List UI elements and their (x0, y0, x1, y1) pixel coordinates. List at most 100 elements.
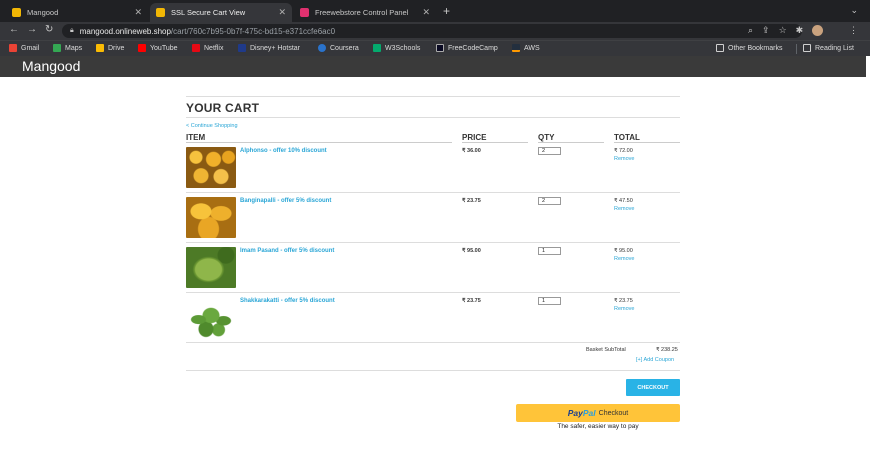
mango-favicon-icon (156, 8, 165, 17)
close-tab-icon[interactable]: ✕ (134, 7, 142, 18)
add-coupon-link[interactable]: [+] Add Coupon (636, 357, 674, 363)
close-tab-icon[interactable]: ✕ (422, 7, 430, 18)
divider (186, 370, 680, 371)
freecodecamp-icon (436, 44, 444, 52)
checkout-button[interactable]: CHECKOUT (626, 379, 680, 396)
bookmarks-bar: Gmail Maps Drive YouTube Netflix Disney+… (0, 40, 870, 56)
bookmark-gmail[interactable]: Gmail (9, 44, 39, 52)
unit-price: ₹ 36.00 (462, 148, 481, 154)
paypal-checkout-button[interactable]: Pay Pal Checkout (516, 404, 680, 422)
tab-ssl-cart[interactable]: SSL Secure Cart View ✕ (150, 3, 292, 22)
tab-title: Mangood (27, 8, 59, 17)
netflix-icon (192, 44, 200, 52)
line-total: ₹ 47.50 (614, 198, 633, 204)
divider (186, 96, 680, 97)
bookmarks-divider (796, 44, 797, 54)
product-name-link[interactable]: Banginapalli - offer 5% discount (240, 198, 331, 204)
tab-title: SSL Secure Cart View (171, 8, 246, 17)
quantity-input[interactable]: 1 (538, 297, 561, 305)
bookmark-coursera[interactable]: Coursera (318, 44, 359, 52)
product-image[interactable] (186, 197, 236, 238)
line-total: ₹ 72.00 (614, 148, 633, 154)
product-name-link[interactable]: Shakkarakatti - offer 5% discount (240, 298, 335, 304)
maps-icon (53, 44, 61, 52)
reading-list[interactable]: Reading List (803, 44, 854, 52)
youtube-icon (138, 44, 146, 52)
other-bookmarks[interactable]: Other Bookmarks (716, 44, 782, 52)
subtotal-value: ₹ 238.25 (656, 347, 678, 353)
quantity-input[interactable]: 2 (538, 147, 561, 155)
product-image[interactable] (186, 247, 236, 288)
back-icon[interactable]: ← (9, 24, 19, 35)
quantity-input[interactable]: 1 (538, 247, 561, 255)
product-image[interactable] (186, 297, 236, 338)
bookmark-freecodecamp[interactable]: FreeCodeCamp (436, 44, 498, 52)
site-logo-text[interactable]: Mangood (22, 58, 80, 74)
remove-link[interactable]: Remove (614, 256, 634, 262)
page-edge (866, 56, 870, 458)
url-host: mangood.onlineweb.shop (79, 26, 171, 36)
column-header-qty: QTY (538, 133, 555, 142)
line-total: ₹ 23.75 (614, 298, 633, 304)
extensions-icon[interactable]: ✱ (796, 25, 804, 36)
site-header: Mangood (0, 56, 866, 77)
bookmark-hotstar[interactable]: Disney+ Hotstar (238, 44, 300, 52)
unit-price: ₹ 95.00 (462, 248, 481, 254)
gmail-icon (9, 44, 17, 52)
tab-search-chevron-icon[interactable]: ⌄ (850, 5, 858, 16)
continue-shopping-link[interactable]: < Continue Shopping (186, 123, 238, 129)
bookmark-w3schools[interactable]: W3Schools (373, 44, 420, 52)
subtotal-label: Basket SubTotal (586, 347, 626, 353)
tab-mangood[interactable]: Mangood ✕ (6, 3, 148, 22)
unit-price: ₹ 23.75 (462, 298, 481, 304)
url-path: /cart/760c7b95-0b7f-475c-bd15-e371ccfe6a… (170, 26, 336, 36)
menu-icon[interactable]: ⋮ (849, 25, 858, 36)
cart-row: Alphonso - offer 10% discount ₹ 36.00 2 … (186, 143, 680, 193)
profile-avatar[interactable] (812, 25, 824, 36)
unit-price: ₹ 23.75 (462, 198, 481, 204)
quantity-input[interactable]: 2 (538, 197, 561, 205)
drive-icon (96, 44, 104, 52)
remove-link[interactable]: Remove (614, 306, 634, 312)
cart-row: Banginapalli - offer 5% discount ₹ 23.75… (186, 193, 680, 243)
product-name-link[interactable]: Imam Pasand - offer 5% discount (240, 248, 334, 254)
column-header-item: ITEM (186, 133, 206, 142)
divider (186, 117, 680, 118)
zoom-icon[interactable]: ⌕ (748, 25, 753, 36)
remove-link[interactable]: Remove (614, 206, 634, 212)
lock-icon: 🔒︎ (70, 27, 74, 34)
bookmark-youtube[interactable]: YouTube (138, 44, 178, 52)
cart-row: Shakkarakatti - offer 5% discount ₹ 23.7… (186, 293, 680, 343)
new-tab-icon[interactable]: + (443, 4, 450, 18)
bookmark-maps[interactable]: Maps (53, 44, 82, 52)
bookmark-aws[interactable]: AWS (512, 44, 540, 52)
paypal-tagline: The safer, easier way to pay (557, 423, 639, 430)
browser-toolbar: ← → ↻ 🔒︎ mangood.onlineweb.shop/cart/760… (0, 22, 870, 40)
mango-favicon-icon (12, 8, 21, 17)
forward-icon[interactable]: → (27, 24, 37, 35)
freewebstore-favicon-icon (300, 8, 309, 17)
tab-freewebstore[interactable]: Freewebstore Control Panel ✕ (294, 3, 436, 22)
paypal-logo-pay: Pay (567, 408, 583, 418)
cart-row: Imam Pasand - offer 5% discount ₹ 95.00 … (186, 243, 680, 293)
w3schools-icon (373, 44, 381, 52)
column-header-total: TOTAL (614, 133, 640, 142)
address-bar[interactable]: 🔒︎ mangood.onlineweb.shop/cart/760c7b95-… (62, 24, 802, 38)
bookmark-drive[interactable]: Drive (96, 44, 124, 52)
cart-title: YOUR CART (186, 101, 260, 115)
bookmark-netflix[interactable]: Netflix (192, 44, 223, 52)
product-name-link[interactable]: Alphonso - offer 10% discount (240, 148, 327, 154)
browser-tab-bar: Mangood ✕ SSL Secure Cart View ✕ Freeweb… (0, 0, 870, 22)
coursera-icon (318, 44, 326, 52)
product-image[interactable] (186, 147, 236, 188)
remove-link[interactable]: Remove (614, 156, 634, 162)
reading-list-icon (803, 44, 811, 52)
paypal-checkout-label: Checkout (598, 409, 629, 417)
column-header-price: PRICE (462, 133, 487, 142)
reload-icon[interactable]: ↻ (45, 24, 53, 35)
bookmark-star-icon[interactable]: ☆ (779, 25, 787, 36)
aws-icon (512, 44, 520, 52)
folder-icon (716, 44, 724, 52)
close-tab-icon[interactable]: ✕ (278, 7, 286, 18)
share-icon[interactable]: ⇪ (762, 25, 770, 36)
